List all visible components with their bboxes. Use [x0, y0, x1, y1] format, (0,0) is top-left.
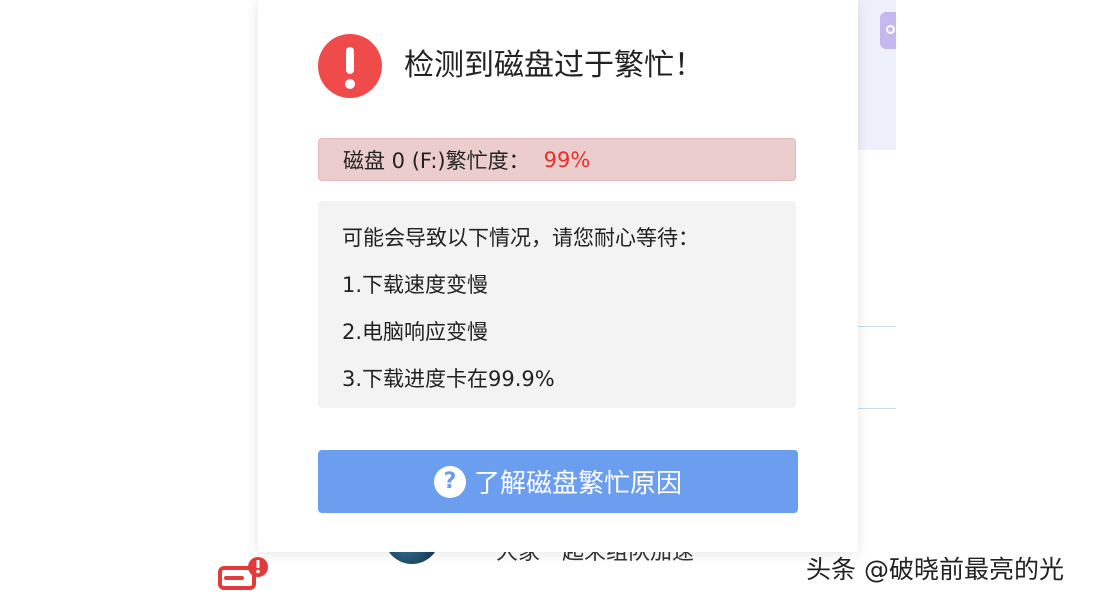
question-circle-icon: ?	[433, 465, 466, 498]
info-box: 可能会导致以下情况，请您耐心等待： 1.下载速度变慢 2.电脑响应变慢 3.下载…	[318, 201, 796, 408]
exclamation-circle-icon	[318, 34, 382, 98]
watermark: 头条 @破晓前最亮的光	[806, 555, 1064, 584]
button-label: 了解磁盘繁忙原因	[473, 469, 682, 499]
learn-disk-busy-reason-button[interactable]: ? 了解磁盘繁忙原因	[318, 450, 798, 513]
screen: 大家一起来组队加速 检测到磁盘过于繁忙！ 磁盘 0 (F:)繁忙度： 99% 可…	[0, 0, 1116, 602]
info-item: 2.电脑响应变慢	[342, 320, 489, 344]
dialog-title: 检测到磁盘过于繁忙！	[404, 48, 704, 83]
background-divider	[858, 326, 896, 327]
info-item: 3.下载进度卡在99.9%	[342, 367, 555, 391]
disk-warning-icon	[218, 556, 270, 592]
background-divider	[858, 408, 896, 409]
background-chip-button[interactable]	[880, 12, 896, 49]
disk-busy-status: 磁盘 0 (F:)繁忙度： 99%	[318, 138, 796, 181]
info-item: 1.下载速度变慢	[342, 273, 489, 297]
disk-busy-value: 99%	[543, 147, 591, 172]
disk-busy-label: 磁盘 0 (F:)繁忙度：	[343, 148, 530, 173]
disk-busy-dialog: 检测到磁盘过于繁忙！ 磁盘 0 (F:)繁忙度： 99% 可能会导致以下情况，请…	[258, 0, 858, 552]
chip-icon	[886, 25, 895, 34]
info-heading: 可能会导致以下情况，请您耐心等待：	[342, 226, 699, 250]
